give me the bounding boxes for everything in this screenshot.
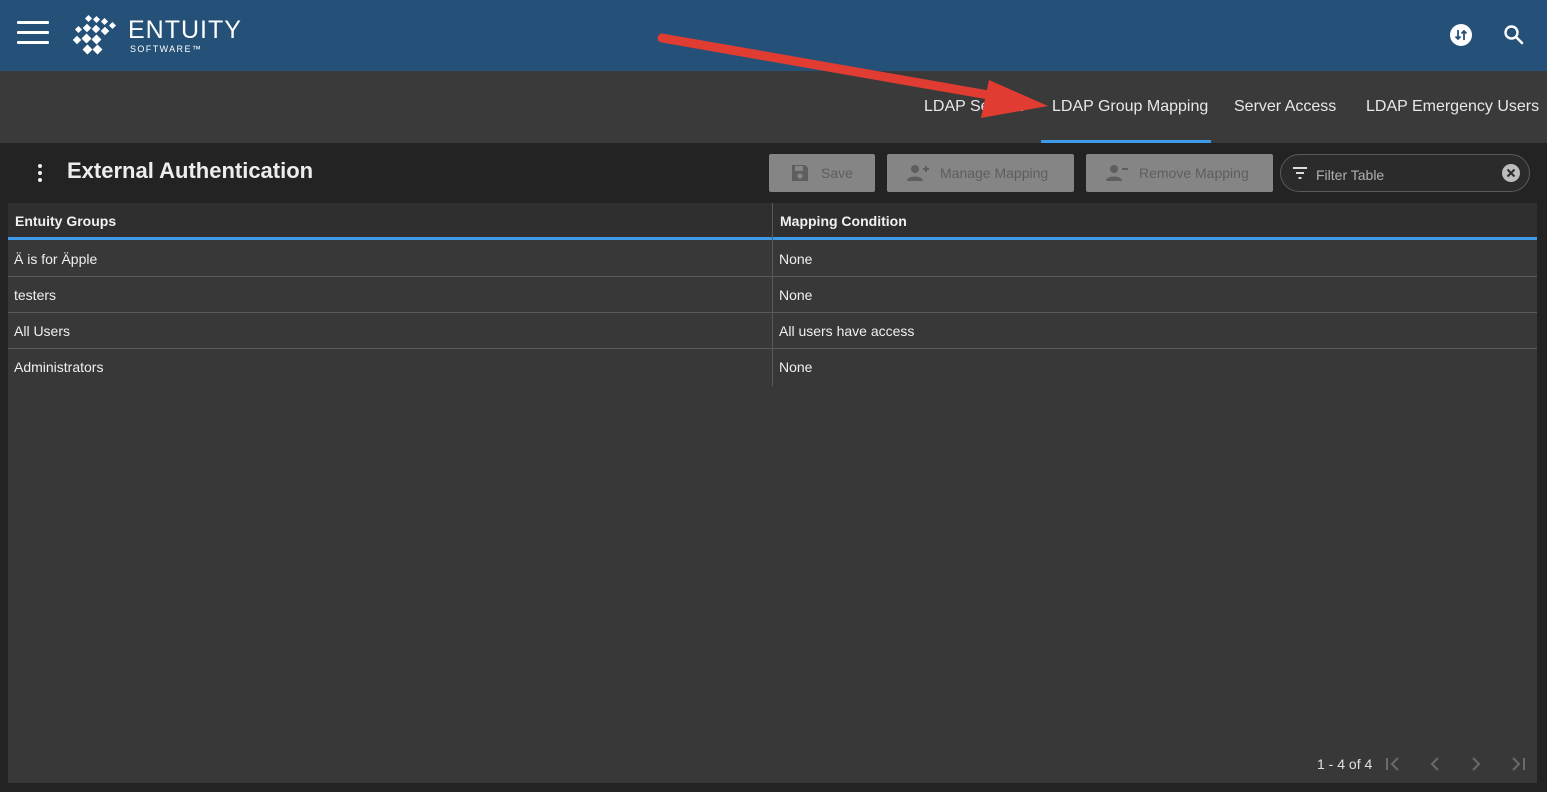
menu-icon[interactable] bbox=[17, 21, 49, 45]
filter-icon bbox=[1293, 167, 1307, 179]
table-row[interactable]: testers None bbox=[8, 277, 1537, 313]
logo-subtext: SOFTWARE™ bbox=[130, 44, 203, 54]
add-user-icon bbox=[907, 165, 929, 181]
cell-group: Administrators bbox=[14, 359, 104, 375]
column-header-entuity-groups[interactable]: Entuity Groups bbox=[15, 213, 116, 229]
manage-mapping-label: Manage Mapping bbox=[940, 165, 1049, 181]
cell-group: All Users bbox=[14, 323, 71, 339]
top-app-bar: ENTUITY SOFTWARE™ bbox=[0, 0, 1547, 71]
table-row[interactable]: Administrators None bbox=[8, 349, 1537, 384]
more-vert-icon[interactable] bbox=[30, 161, 50, 185]
sync-icon[interactable] bbox=[1448, 22, 1474, 48]
tab-ldap-servers[interactable]: LDAP Servers bbox=[924, 71, 1025, 143]
logo-text: ENTUITY bbox=[128, 16, 242, 44]
search-icon[interactable] bbox=[1501, 22, 1527, 48]
cell-condition: None bbox=[779, 287, 813, 303]
entuity-logo-mark-icon bbox=[72, 15, 117, 55]
panel-header: External Authentication Save Manage Mapp… bbox=[0, 143, 1547, 203]
column-header-mapping-condition[interactable]: Mapping Condition bbox=[780, 213, 907, 229]
data-table: Entuity Groups Mapping Condition Ä is fo… bbox=[8, 203, 1537, 783]
cell-group: testers bbox=[14, 287, 57, 303]
save-button[interactable]: Save bbox=[769, 154, 875, 192]
remove-user-icon bbox=[1106, 165, 1128, 181]
pagination-range: 1 - 4 of 4 bbox=[1317, 756, 1373, 772]
save-button-label: Save bbox=[821, 165, 853, 181]
cell-condition: None bbox=[779, 251, 813, 267]
cell-group: Ä is for Äpple bbox=[14, 251, 98, 267]
remove-mapping-label: Remove Mapping bbox=[1139, 165, 1249, 181]
table-row[interactable]: Ä is for Äpple None bbox=[8, 241, 1537, 277]
save-icon bbox=[792, 165, 808, 181]
page-title: External Authentication bbox=[67, 158, 314, 183]
last-page-icon[interactable] bbox=[1508, 755, 1528, 773]
next-page-icon[interactable] bbox=[1466, 755, 1486, 773]
cell-condition: None bbox=[779, 359, 813, 375]
first-page-icon[interactable] bbox=[1383, 755, 1403, 773]
filter-input[interactable] bbox=[1314, 163, 1498, 187]
prev-page-icon[interactable] bbox=[1425, 755, 1445, 773]
clear-icon[interactable] bbox=[1501, 163, 1521, 183]
table-row[interactable]: All Users All users have access bbox=[8, 313, 1537, 349]
tab-ldap-emergency-users[interactable]: LDAP Emergency Users bbox=[1366, 71, 1539, 143]
tab-bar: LDAP Servers LDAP Group Mapping Server A… bbox=[0, 71, 1547, 143]
manage-mapping-button[interactable]: Manage Mapping bbox=[887, 154, 1074, 192]
cell-condition: All users have access bbox=[779, 323, 915, 339]
remove-mapping-button[interactable]: Remove Mapping bbox=[1086, 154, 1273, 192]
tab-ldap-group-mapping[interactable]: LDAP Group Mapping bbox=[1041, 71, 1211, 143]
filter-box bbox=[1280, 154, 1530, 192]
tab-server-access[interactable]: Server Access bbox=[1234, 71, 1336, 143]
